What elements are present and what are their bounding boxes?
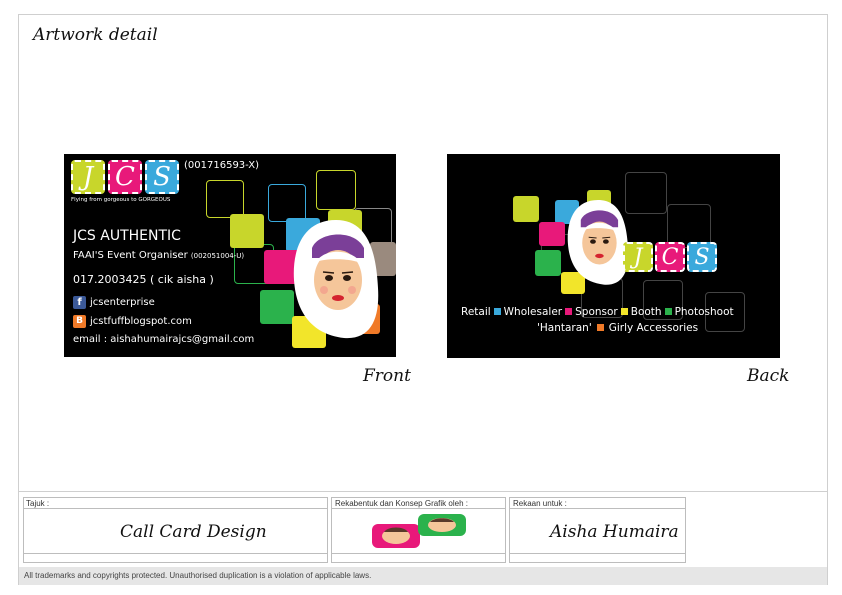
logo-tile-c: C	[108, 160, 142, 194]
title-block: Tajuk : Call Card Design Rekabentuk dan …	[23, 497, 686, 563]
sheet-title: Artwork detail	[33, 25, 158, 45]
outline-square	[625, 172, 667, 214]
facebook-icon: f	[73, 296, 86, 309]
bullet-square-icon	[493, 308, 501, 315]
bullet-square-icon	[565, 308, 573, 315]
phone-number: 017.2003425 ( cik aisha )	[73, 273, 214, 286]
hijab-girl-illustration	[293, 220, 379, 339]
service-girly-accessories: Girly Accessories	[608, 322, 699, 334]
service-photoshoot: Photoshoot	[674, 306, 734, 318]
outline-square	[206, 180, 244, 218]
color-square	[260, 290, 294, 324]
client-label: Rekaan untuk :	[513, 499, 567, 508]
color-square	[513, 196, 539, 222]
logo-tile-j: J	[71, 160, 105, 194]
role-text: FAAI'S Event Organiser	[73, 250, 188, 261]
cell-rule	[332, 508, 505, 509]
service-hantaran: 'Hantaran'	[537, 322, 592, 334]
company-role: FAAI'S Event Organiser (002051004-U)	[73, 250, 244, 261]
company-name: JCS AUTHENTIC	[73, 228, 181, 244]
cell-rule	[510, 508, 685, 509]
design-cell: Rekabentuk dan Konsep Grafik oleh :	[331, 497, 506, 563]
facebook-row: f jcsenterprise	[73, 296, 155, 309]
facebook-handle: jcsenterprise	[90, 297, 155, 308]
role-registration: (002051004-U)	[190, 252, 245, 260]
email-address: email : aishahumairajcs@gmail.com	[73, 334, 255, 345]
service-sponsor: Sponsor	[575, 306, 618, 318]
footer-divider	[19, 491, 827, 492]
back-label: Back	[747, 366, 790, 386]
front-card: J C S (001716593-X) Flying from gorgeous…	[64, 154, 396, 357]
tagline: Flying from gorgeous to GORGEOUS	[71, 197, 171, 203]
artwork-sheet: Artwork detail J C S (001716593-X) Flyin…	[18, 14, 828, 585]
bullet-square-icon	[664, 308, 672, 315]
service-booth: Booth	[630, 306, 662, 318]
cell-rule	[24, 508, 327, 509]
registration-number: (001716593-X)	[184, 160, 260, 171]
bullet-square-icon	[620, 308, 628, 315]
tajuk-label: Tajuk :	[26, 499, 50, 508]
design-label: Rekabentuk dan Konsep Grafik oleh :	[335, 499, 468, 508]
designer-logo	[372, 514, 466, 548]
copyright-notice: All trademarks and copyrights protected.…	[19, 567, 827, 585]
client-value: Aisha Humaira	[550, 522, 679, 542]
services-line-1: Retail Wholesaler Sponsor Booth Photoshoot	[461, 306, 734, 318]
tajuk-value: Call Card Design	[120, 522, 267, 542]
bullet-square-icon	[596, 324, 604, 331]
color-square	[230, 214, 264, 248]
logo-tile-s: S	[145, 160, 179, 194]
blog-url: jcstfuffblogspot.com	[90, 316, 192, 327]
logo-tile-s: S	[687, 242, 717, 272]
blog-row: B jcstfuffblogspot.com	[73, 315, 192, 328]
front-label: Front	[363, 366, 411, 386]
color-square	[535, 250, 561, 276]
back-card: J C S Retail Wholesaler Sponsor Booth Photos…	[447, 154, 780, 358]
cell-rule	[24, 553, 327, 554]
outline-square	[316, 170, 356, 210]
color-square	[539, 222, 565, 246]
cell-rule	[332, 553, 505, 554]
blogger-icon: B	[73, 315, 86, 328]
outline-square	[268, 184, 306, 222]
hijab-girl-illustration	[567, 199, 629, 285]
tajuk-cell: Tajuk : Call Card Design	[23, 497, 328, 563]
service-wholesaler: Wholesaler	[503, 306, 563, 318]
services-line-2: 'Hantaran' Girly Accessories	[537, 322, 698, 334]
client-cell: Rekaan untuk : Aisha Humaira	[509, 497, 686, 563]
logo-tile-c: C	[655, 242, 685, 272]
service-retail: Retail	[461, 306, 491, 318]
cell-rule	[510, 553, 685, 554]
logo-tile-j: J	[623, 242, 653, 272]
